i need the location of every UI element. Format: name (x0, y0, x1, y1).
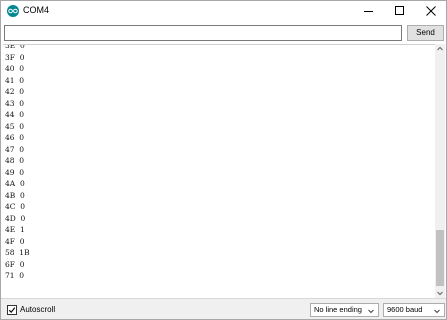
send-row: Send (1, 22, 446, 44)
output-line: 45 0 (5, 121, 25, 131)
output-line: 4C 0 (5, 202, 26, 211)
close-button[interactable] (416, 1, 446, 22)
minimize-button[interactable] (354, 1, 384, 22)
maximize-button[interactable] (384, 1, 414, 22)
close-icon (426, 6, 436, 16)
title-bar: COM4 (1, 1, 446, 22)
output-line: 42 0 (5, 87, 25, 96)
status-bar: Autoscroll No line ending 9600 baud (1, 298, 446, 319)
checkmark-icon (8, 307, 16, 314)
baud-rate-select[interactable]: 9600 baud (383, 303, 445, 317)
output-line: 41 0 (5, 75, 25, 85)
output-line: 48 0 (5, 156, 25, 165)
scroll-thumb[interactable] (436, 230, 444, 286)
line-ending-select[interactable]: No line ending (310, 303, 379, 317)
chevron-down-icon (437, 291, 443, 296)
output-line: 47 0 (5, 144, 25, 154)
autoscroll-checkbox[interactable] (7, 305, 17, 315)
output-line: 40 0 (5, 64, 25, 73)
minimize-icon (364, 11, 373, 12)
send-button[interactable]: Send (407, 25, 444, 41)
output-line: 58 1B (5, 248, 30, 257)
maximize-icon (395, 6, 404, 15)
chevron-down-icon (368, 309, 374, 314)
output-line: 3E 0 (5, 44, 25, 50)
scroll-up-button[interactable] (435, 44, 445, 54)
output-lines: 3E 0 3F 0 40 0 41 0 42 0 43 0 44 0 45 0 46 0 47 0… (5, 44, 30, 282)
output-line: 4F 0 (5, 236, 25, 246)
line-ending-value: No line ending (314, 305, 362, 314)
vertical-scrollbar[interactable] (435, 44, 445, 298)
chevron-down-icon (434, 309, 440, 314)
baud-rate-value: 9600 baud (387, 305, 423, 314)
chevron-up-icon (437, 46, 443, 51)
output-line: 6F 0 (5, 259, 25, 269)
output-line: 46 0 (5, 133, 25, 142)
autoscroll-label: Autoscroll (20, 305, 56, 314)
output-line: 3F 0 (5, 52, 25, 62)
output-line: 44 0 (5, 110, 25, 119)
output-line: 49 0 (5, 167, 25, 177)
output-line: 43 0 (5, 98, 25, 108)
output-line: 71 0 (5, 271, 25, 280)
scroll-down-button[interactable] (435, 288, 445, 298)
arduino-logo-icon (7, 5, 19, 17)
output-line: 4D 0 (5, 213, 26, 223)
output-line: 4B 0 (5, 190, 25, 200)
serial-monitor-window: COM4 Send 3E 0 3F 0 40 0 41 0 42 0 43 0 44 0 45… (0, 0, 447, 320)
output-line: 4A 0 (5, 179, 25, 188)
output-line: 4E 1 (5, 225, 25, 234)
window-title: COM4 (23, 5, 50, 15)
serial-input[interactable] (4, 25, 402, 41)
serial-output[interactable]: 3E 0 3F 0 40 0 41 0 42 0 43 0 44 0 45 0 46 0 47 0… (3, 44, 445, 298)
